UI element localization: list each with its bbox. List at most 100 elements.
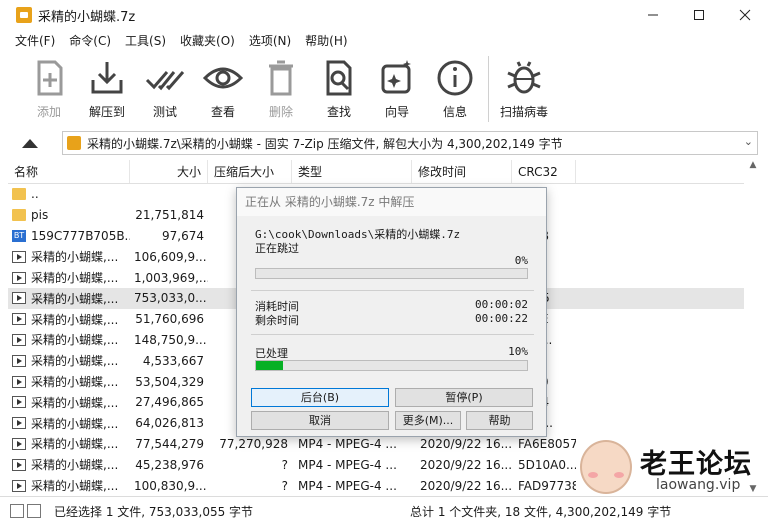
info-button[interactable]: 信息 [426, 52, 484, 120]
cell-crc32: 5D10A0... [518, 457, 576, 472]
cell-size: 27,496,865 [135, 395, 204, 410]
cell-size: 21,751,814 [135, 208, 204, 223]
processed-label: 已处理 [255, 347, 288, 360]
file-name: 采精的小蝴蝶,... [31, 312, 119, 327]
archive-icon [67, 136, 81, 150]
menu-help[interactable]: 帮助(H) [298, 30, 354, 52]
skip-progress-bar [255, 268, 528, 279]
video-file-icon [12, 375, 26, 388]
info-label: 信息 [442, 105, 467, 119]
dialog-title: 正在从 采精的小蝴蝶.7z 中解压 [237, 188, 546, 216]
address-bar[interactable]: 采精的小蝴蝶.7z\采精的小蝴蝶 - 固实 7-Zip 压缩文件, 解包大小为 … [62, 131, 758, 155]
cell-name: 采精的小蝴蝶,... [8, 311, 130, 328]
column-extra [576, 160, 744, 183]
wizard-button[interactable]: 向导 [368, 52, 426, 120]
column-crc32[interactable]: CRC32 [512, 160, 576, 183]
processed-progress-bar [255, 360, 528, 371]
cell-modified: 2020/9/22 16... [420, 436, 512, 451]
cell-name: pis [8, 208, 130, 222]
delete-button[interactable]: 删除 [252, 52, 310, 120]
close-icon [739, 9, 751, 21]
title-bar: 采精的小蝴蝶.7z [0, 0, 768, 30]
scroll-up-icon[interactable]: ▲ [746, 160, 760, 170]
background-button[interactable]: 后台(B) [251, 388, 389, 407]
file-name: 采精的小蝴蝶,... [31, 333, 119, 348]
video-file-icon [12, 354, 26, 367]
cell-size: 106,609,9... [134, 249, 207, 264]
cell-type: MP4 - MPEG-4 ... [298, 478, 397, 493]
column-size[interactable]: 大小 [130, 160, 208, 183]
status-selection: 已经选择 1 文件, 753,033,055 字节 [54, 504, 254, 519]
cell-size: 753,033,0... [134, 291, 207, 306]
cell-packed-size: 77,270,928 [219, 436, 288, 451]
file-name: .. [31, 187, 39, 202]
maximize-button[interactable] [676, 0, 722, 30]
video-file-icon [12, 437, 26, 450]
file-name: 采精的小蝴蝶,... [31, 437, 119, 452]
watermark-url: laowang.vip [656, 477, 741, 493]
file-name: 采精的小蝴蝶,... [31, 479, 119, 494]
cell-name: .. [8, 187, 130, 201]
view-label: 查看 [210, 105, 235, 119]
column-modified[interactable]: 修改时间 [412, 160, 512, 183]
cell-name: 采精的小蝴蝶,... [8, 477, 130, 494]
column-name[interactable]: 名称 [8, 160, 130, 183]
minimize-button[interactable] [630, 0, 676, 30]
cell-type: MP4 - MPEG-4 ... [298, 457, 397, 472]
cell-name: 采精的小蝴蝶,... [8, 415, 130, 432]
status-icon [10, 502, 46, 520]
column-type[interactable]: 类型 [292, 160, 412, 183]
more-button[interactable]: 更多(M)... [395, 411, 461, 430]
find-button[interactable]: 查找 [310, 52, 368, 120]
wizard-icon [381, 60, 411, 94]
up-folder-button[interactable] [18, 136, 42, 152]
add-archive-icon [37, 60, 63, 96]
cartoon-face-icon [580, 440, 632, 494]
chevron-down-icon[interactable]: ⌄ [744, 135, 753, 148]
address-row: 采精的小蝴蝶.7z\采精的小蝴蝶 - 固实 7-Zip 压缩文件, 解包大小为 … [0, 128, 768, 158]
virus-scan-button[interactable]: 扫描病毒 [495, 52, 553, 120]
menu-file[interactable]: 文件(F) [8, 30, 62, 52]
video-file-icon [12, 313, 26, 326]
menu-tools[interactable]: 工具(S) [118, 30, 173, 52]
video-file-icon [12, 479, 26, 492]
watermark: 老王论坛 laowang.vip [574, 436, 764, 496]
test-button[interactable]: 测试 [136, 52, 194, 120]
list-header: 名称 大小 压缩后大小 类型 修改时间 CRC32 [8, 160, 744, 184]
extract-button[interactable]: 解压到 [78, 52, 136, 120]
find-label: 查找 [326, 105, 351, 119]
cell-type: MP4 - MPEG-4 ... [298, 436, 397, 451]
menu-favorites[interactable]: 收藏夹(O) [173, 30, 242, 52]
view-button[interactable]: 查看 [194, 52, 252, 120]
cell-packed-size: ? [281, 457, 288, 472]
column-packed-size[interactable]: 压缩后大小 [208, 160, 292, 183]
processed-row: 已处理 10% [255, 345, 528, 361]
file-name: 采精的小蝴蝶,... [31, 354, 119, 369]
video-file-icon [12, 292, 26, 305]
pause-button[interactable]: 暂停(P) [395, 388, 533, 407]
add-button[interactable]: 添加 [20, 52, 78, 120]
cell-size: 51,760,696 [135, 312, 204, 327]
virus-scan-label: 扫描病毒 [499, 105, 548, 119]
help-button[interactable]: 帮助 [466, 411, 533, 430]
view-eye-icon [203, 67, 243, 89]
cell-name: 采精的小蝴蝶,... [8, 394, 130, 411]
app-icon [16, 7, 32, 23]
file-name: 采精的小蝴蝶,... [31, 458, 119, 473]
toolbar: 添加 解压到 测试 查看 删除 查找 向导 信息 扫描病毒 [0, 52, 768, 128]
cell-crc32: FAD97738 [518, 478, 576, 493]
menu-options[interactable]: 选项(N) [242, 30, 298, 52]
cell-name: 采精的小蝴蝶,... [8, 269, 130, 286]
video-file-icon [12, 250, 26, 263]
dialog-skip-label: 正在跳过 [255, 242, 299, 255]
cancel-button[interactable]: 取消 [251, 411, 389, 430]
cell-name: BT 159C777B705B... [8, 229, 130, 243]
menu-bar: 文件(F) 命令(C) 工具(S) 收藏夹(O) 选项(N) 帮助(H) [0, 30, 768, 52]
menu-command[interactable]: 命令(C) [62, 30, 118, 52]
video-file-icon [12, 333, 26, 346]
window-title: 采精的小蝴蝶.7z [38, 9, 136, 25]
close-button[interactable] [722, 0, 768, 30]
virus-scan-icon [507, 61, 541, 94]
maximize-icon [694, 10, 704, 20]
dialog-divider [251, 290, 534, 291]
